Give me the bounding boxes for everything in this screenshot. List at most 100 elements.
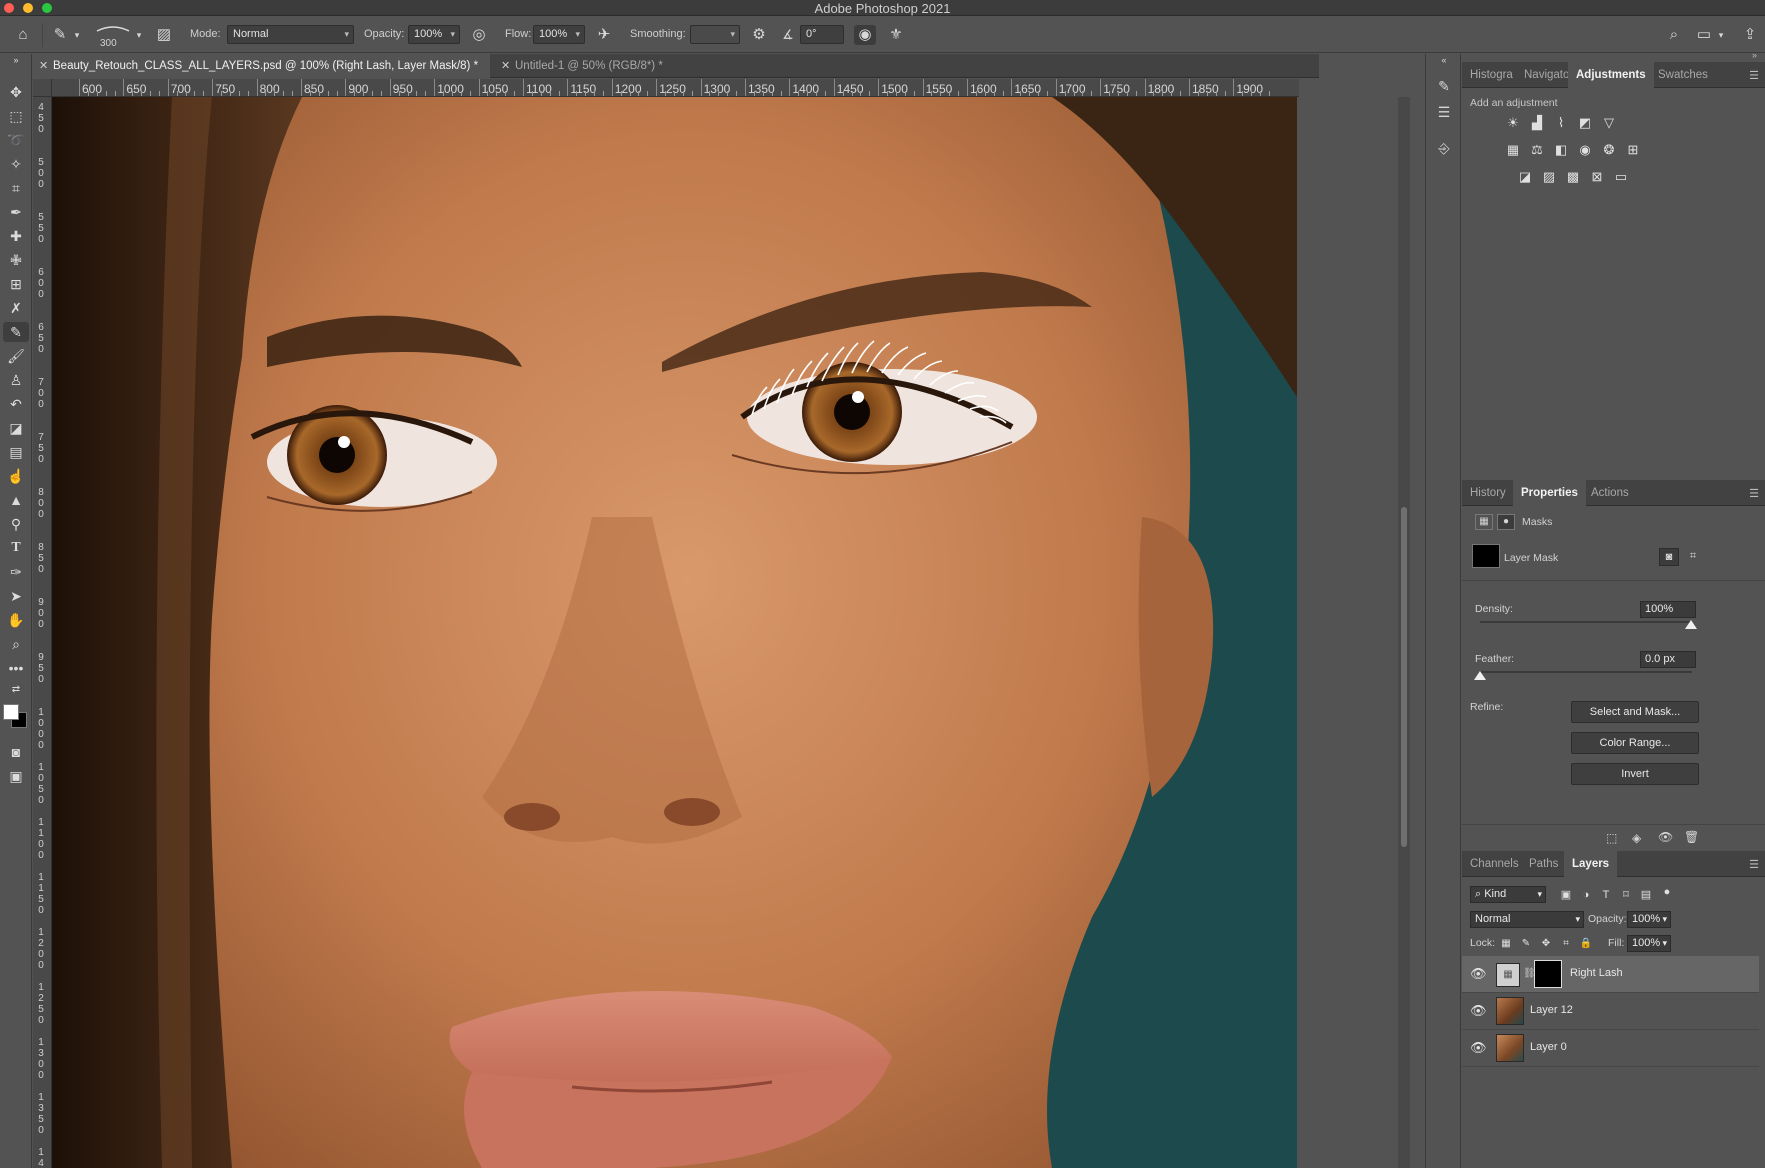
layer-row-right-lash[interactable]: 👁 ▦ ⛓ Right Lash bbox=[1462, 956, 1759, 993]
tab-actions[interactable]: Actions bbox=[1583, 480, 1637, 506]
layer-row-layer-12[interactable]: 👁 Layer 12 bbox=[1462, 993, 1759, 1030]
angle-field[interactable]: 0° bbox=[800, 25, 844, 44]
blend-mode-select[interactable]: Normal ▾ bbox=[1470, 911, 1584, 928]
close-icon[interactable]: ✕ bbox=[39, 54, 48, 78]
brush-tool-icon[interactable]: ✎ bbox=[50, 25, 70, 45]
photo-filter-icon[interactable]: ◉ bbox=[1576, 142, 1594, 158]
move-tool-icon[interactable]: ✥ bbox=[3, 82, 29, 102]
horizontal-ruler[interactable]: 600 650 700 750 800 850 900 950 1000 1050 1100 1150… bbox=[52, 79, 1299, 97]
shape-layer-filter-icon[interactable]: ⌑ bbox=[1617, 887, 1635, 903]
pen-tool-icon[interactable]: ✑ bbox=[3, 562, 29, 582]
fill-field[interactable]: 100% ▾ bbox=[1627, 935, 1671, 952]
smart-object-filter-icon[interactable]: ▤ bbox=[1637, 887, 1655, 903]
lock-pixels-icon[interactable]: ✎ bbox=[1517, 936, 1535, 952]
apply-mask-icon[interactable]: ⌗ bbox=[1684, 548, 1702, 566]
screen-mode-icon[interactable]: ▣ bbox=[3, 766, 29, 786]
vibrance-icon[interactable]: ▽ bbox=[1600, 115, 1618, 131]
panel-menu-icon[interactable]: ☰ bbox=[1749, 487, 1759, 500]
vector-mask-icon[interactable]: ● bbox=[1497, 514, 1515, 530]
eye-icon[interactable]: 👁 bbox=[1470, 1003, 1487, 1019]
tab-layers[interactable]: Layers bbox=[1564, 851, 1618, 877]
color-range-button[interactable]: Color Range... bbox=[1571, 732, 1699, 754]
tab-channels[interactable]: Channels bbox=[1462, 851, 1527, 877]
filter-toggle-icon[interactable]: ● bbox=[1658, 884, 1676, 900]
eraser-tool-icon[interactable]: ◪ bbox=[3, 418, 29, 438]
channel-mixer-icon[interactable]: ❂ bbox=[1600, 142, 1618, 158]
chevron-down-icon[interactable]: ▾ bbox=[72, 25, 82, 45]
foreground-color-swatch[interactable] bbox=[3, 704, 19, 720]
mixer-brush-tool-icon[interactable]: 🖌 bbox=[3, 346, 29, 366]
lock-artboard-icon[interactable]: ⌗ bbox=[1557, 936, 1575, 952]
lock-all-icon[interactable]: 🔒 bbox=[1577, 936, 1595, 952]
eye-icon[interactable]: 👁 bbox=[1470, 1040, 1487, 1056]
smoothing-field[interactable]: ▾ bbox=[690, 25, 740, 44]
more-tools-icon[interactable]: ••• bbox=[3, 658, 29, 678]
layer-row-layer-0[interactable]: 👁 Layer 0 bbox=[1462, 1030, 1759, 1067]
close-icon[interactable]: ✕ bbox=[501, 54, 510, 78]
brush-settings-icon[interactable]: ▨ bbox=[154, 25, 174, 45]
adjustment-layer-filter-icon[interactable]: ◑ bbox=[1577, 887, 1595, 903]
visibility-icon[interactable]: 👁 bbox=[1658, 830, 1673, 844]
vertical-ruler[interactable]: 450 500 550 600 650 700 750 800 850 900 950 1000 105… bbox=[33, 97, 52, 1168]
brush-tool-icon[interactable]: ✎ bbox=[3, 322, 29, 342]
share-icon[interactable]: ⇪ bbox=[1740, 25, 1760, 45]
airbrush-icon[interactable]: ✈ bbox=[595, 25, 613, 45]
pressure-size-icon[interactable]: ◉ bbox=[854, 25, 876, 45]
color-lookup-icon[interactable]: ⊞ bbox=[1624, 142, 1642, 158]
lasso-tool-icon[interactable]: ➰ bbox=[3, 130, 29, 150]
apply-mask-footer-icon[interactable]: ◈ bbox=[1632, 831, 1641, 845]
type-tool-icon[interactable]: T bbox=[3, 538, 29, 558]
exposure-icon[interactable]: ◩ bbox=[1576, 115, 1594, 131]
history-brush-tool-icon[interactable]: ↶ bbox=[3, 394, 29, 414]
feather-slider[interactable] bbox=[1480, 671, 1692, 673]
opacity-field[interactable]: 100% ▾ bbox=[408, 25, 460, 44]
crop-tool-icon[interactable]: ⌗ bbox=[3, 178, 29, 198]
eye-icon[interactable]: 👁 bbox=[1470, 966, 1487, 982]
chevron-down-icon[interactable]: ▾ bbox=[1716, 25, 1726, 45]
zoom-tool-icon[interactable]: ⌕ bbox=[3, 634, 29, 654]
posterize-icon[interactable]: ▨ bbox=[1540, 169, 1558, 185]
dodge-tool-icon[interactable]: ⚲ bbox=[3, 514, 29, 534]
canvas-vertical-scrollbar[interactable] bbox=[1398, 97, 1410, 1168]
density-slider[interactable] bbox=[1480, 621, 1692, 623]
scrollbar-thumb[interactable] bbox=[1401, 507, 1407, 847]
levels-icon[interactable]: ▟ bbox=[1528, 115, 1546, 131]
swap-colors-icon[interactable]: ⇄ bbox=[3, 680, 29, 700]
hand-tool-icon[interactable]: ✋ bbox=[3, 610, 29, 630]
tab-swatches[interactable]: Swatches bbox=[1650, 62, 1716, 88]
brush-settings-panel-icon[interactable]: ✎ bbox=[1434, 76, 1454, 96]
threshold-icon[interactable]: ▩ bbox=[1564, 169, 1582, 185]
content-aware-move-icon[interactable]: ✗ bbox=[3, 298, 29, 318]
quick-mask-icon[interactable]: ◙ bbox=[3, 742, 29, 762]
smudge-tool-icon[interactable]: ☝ bbox=[3, 466, 29, 486]
load-selection-icon[interactable]: ⬚ bbox=[1606, 831, 1617, 845]
tab-paths[interactable]: Paths bbox=[1521, 851, 1566, 877]
patch-tool-icon[interactable]: ⊞ bbox=[3, 274, 29, 294]
color-balance-icon[interactable]: ⚖ bbox=[1528, 142, 1546, 158]
select-mask-icon[interactable]: ◙ bbox=[1659, 548, 1679, 566]
tab-adjustments[interactable]: Adjustments bbox=[1568, 62, 1654, 88]
feather-field[interactable]: 0.0 px bbox=[1640, 651, 1696, 668]
flow-field[interactable]: 100% ▾ bbox=[533, 25, 585, 44]
trash-icon[interactable]: 🗑 bbox=[1684, 830, 1699, 844]
collapse-panels-icon[interactable]: « bbox=[1434, 50, 1454, 70]
magic-wand-tool-icon[interactable]: ✧ bbox=[3, 154, 29, 174]
workspace-icon[interactable]: ▭ bbox=[1694, 25, 1714, 45]
density-field[interactable]: 100% bbox=[1640, 601, 1696, 618]
clone-stamp-tool-icon[interactable]: ♙ bbox=[3, 370, 29, 390]
chevron-down-icon[interactable]: ▾ bbox=[134, 25, 144, 45]
gradient-map-icon[interactable]: ▭ bbox=[1612, 169, 1630, 185]
healing-brush-tool-icon[interactable]: ✙ bbox=[3, 250, 29, 270]
tab-histogram[interactable]: Histogra bbox=[1462, 62, 1521, 88]
adjust-panel-icon[interactable]: ☰ bbox=[1434, 102, 1454, 122]
collapse-toolbar-icon[interactable]: » bbox=[3, 54, 29, 66]
pressure-opacity-icon[interactable]: ◎ bbox=[470, 25, 488, 45]
pixel-layer-filter-icon[interactable]: ▣ bbox=[1557, 887, 1575, 903]
gradient-tool-icon[interactable]: ▤ bbox=[3, 442, 29, 462]
lock-position-icon[interactable]: ✥ bbox=[1537, 936, 1555, 952]
tab-properties[interactable]: Properties bbox=[1513, 480, 1586, 506]
layer-mask-thumbnail[interactable] bbox=[1534, 960, 1562, 988]
panel-menu-icon[interactable]: ☰ bbox=[1749, 858, 1759, 871]
doc-tab-beauty-retouch[interactable]: ✕ Beauty_Retouch_CLASS_ALL_LAYERS.psd @ … bbox=[33, 54, 491, 78]
clone-source-panel-icon[interactable]: ⎆ bbox=[1434, 138, 1454, 158]
